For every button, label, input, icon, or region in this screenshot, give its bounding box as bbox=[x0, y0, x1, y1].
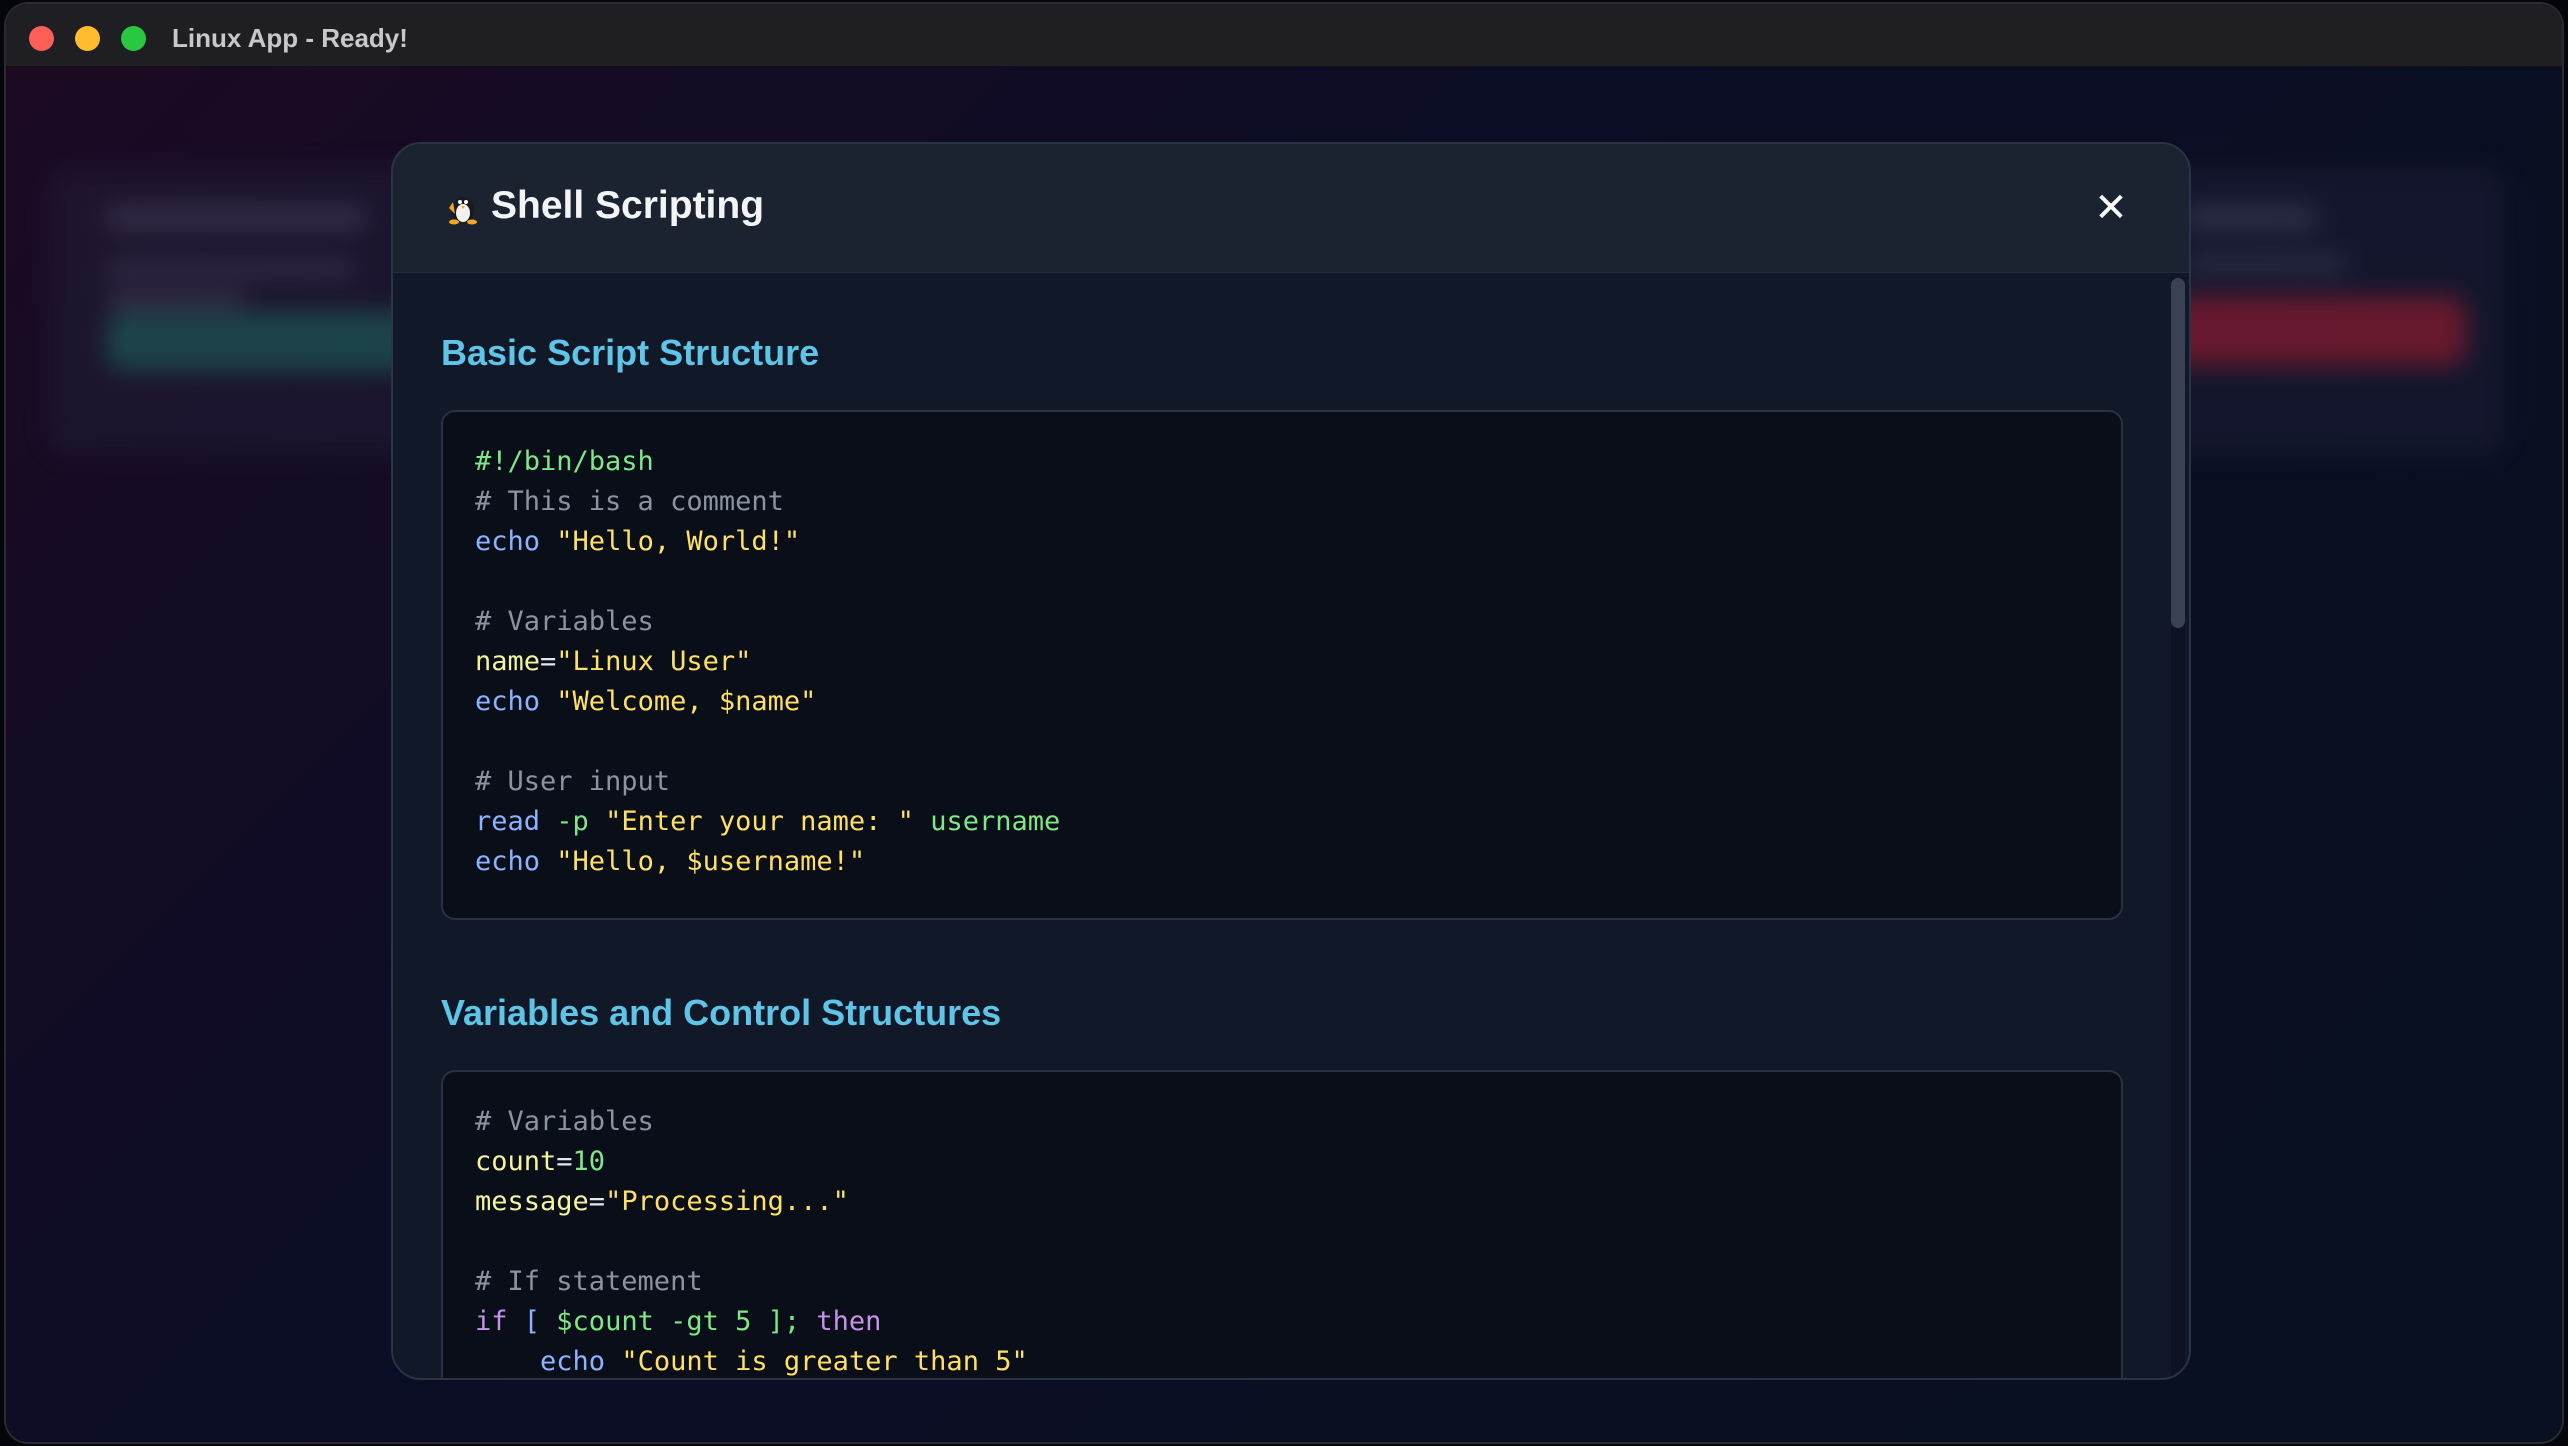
code-line: count=10 bbox=[475, 1142, 2089, 1182]
code-line: #!/bin/bash bbox=[475, 442, 2089, 482]
code-line: echo "Welcome, $name" bbox=[475, 682, 2089, 722]
code-line: # Variables bbox=[475, 1102, 2089, 1142]
code-line: # User input bbox=[475, 762, 2089, 802]
window-title: Linux App - Ready! bbox=[172, 23, 408, 53]
code-token: # User input bbox=[475, 766, 671, 797]
code-token: # Variables bbox=[475, 1106, 654, 1137]
background-heading bbox=[106, 206, 366, 230]
code-token: "Hello, $username!" bbox=[556, 846, 866, 877]
code-line: # If statement bbox=[475, 1262, 2089, 1302]
code-block-basic-script-structure: #!/bin/bash # This is a comment echo "Hell… bbox=[441, 410, 2123, 920]
code-token: [ bbox=[507, 1306, 557, 1337]
code-line: name="Linux User" bbox=[475, 642, 2089, 682]
code-token: #!/bin/bash bbox=[475, 446, 654, 477]
code-token: echo bbox=[475, 526, 541, 557]
code-token: "Linux User" bbox=[556, 646, 752, 677]
code-token: # If statement bbox=[475, 1266, 703, 1297]
code-token: count bbox=[475, 1146, 557, 1177]
code-line: # This is a comment bbox=[475, 482, 2089, 522]
modal-header: Shell Scripting ✕ bbox=[393, 144, 2189, 273]
code-line: read -p "Enter your name: " username bbox=[475, 802, 2089, 842]
code-line: # Variables bbox=[475, 602, 2089, 642]
window-minimize-button[interactable] bbox=[75, 26, 100, 51]
background-text bbox=[2186, 256, 2346, 272]
code-line: echo "Count is greater than 5" bbox=[475, 1342, 2089, 1378]
code-token: then bbox=[816, 1306, 882, 1337]
title-bar: Linux App - Ready! bbox=[6, 4, 2562, 67]
code-block-variables-control: # Variables count=10 message="Processing..… bbox=[441, 1070, 2123, 1378]
scrollbar-thumb[interactable] bbox=[2171, 278, 2185, 628]
app-window: Linux App - Ready! Shell Scripting ✕ Bas… bbox=[6, 4, 2562, 1442]
code-token: = bbox=[588, 1186, 606, 1217]
code-token: "Hello, World!" bbox=[556, 526, 801, 557]
code-line: echo "Hello, World!" bbox=[475, 522, 2089, 562]
code-line: echo "Hello, $username!" bbox=[475, 842, 2089, 882]
section-title-basic-script-structure: Basic Script Structure bbox=[441, 332, 820, 373]
code-token: = bbox=[540, 646, 557, 677]
shell-scripting-modal: Shell Scripting ✕ Basic Script Structure… bbox=[391, 142, 2191, 1380]
section-title-variables-control: Variables and Control Structures bbox=[441, 992, 1002, 1033]
modal-title: Shell Scripting bbox=[491, 184, 765, 227]
code-token: = bbox=[556, 1146, 573, 1177]
code-token: 10 bbox=[572, 1146, 606, 1177]
code-token: -gt 5 ]; bbox=[653, 1306, 817, 1337]
background-heading bbox=[2186, 206, 2316, 230]
code-token: -p bbox=[556, 806, 589, 837]
window-close-button[interactable] bbox=[29, 26, 54, 51]
code-token: echo bbox=[475, 846, 541, 877]
code-token: "Enter your name: " bbox=[605, 806, 914, 837]
code-token: echo bbox=[475, 686, 541, 717]
code-token: username bbox=[930, 806, 1061, 837]
background-text bbox=[106, 261, 356, 277]
code-token: read bbox=[475, 806, 541, 837]
window-maximize-button[interactable] bbox=[121, 26, 146, 51]
code-token: # This is a comment bbox=[475, 486, 784, 517]
close-icon[interactable]: ✕ bbox=[2091, 188, 2131, 228]
background-green-button bbox=[106, 311, 426, 371]
background-text bbox=[106, 291, 246, 307]
background-red-button bbox=[2146, 296, 2466, 366]
penguin-icon bbox=[449, 197, 477, 225]
code-line: message="Processing..." bbox=[475, 1182, 2089, 1222]
code-token: if bbox=[475, 1306, 508, 1337]
code-token: "Processing..." bbox=[605, 1186, 849, 1217]
code-token: $count bbox=[556, 1306, 654, 1337]
code-token: "Welcome, $name" bbox=[556, 686, 817, 717]
code-token: # Variables bbox=[475, 606, 654, 637]
code-token: name bbox=[475, 646, 541, 677]
code-token: "Count is greater than 5" bbox=[621, 1346, 1028, 1377]
code-token: echo bbox=[540, 1346, 606, 1377]
code-token: message bbox=[475, 1186, 589, 1217]
code-line: if [ $count -gt 5 ]; then bbox=[475, 1302, 2089, 1342]
